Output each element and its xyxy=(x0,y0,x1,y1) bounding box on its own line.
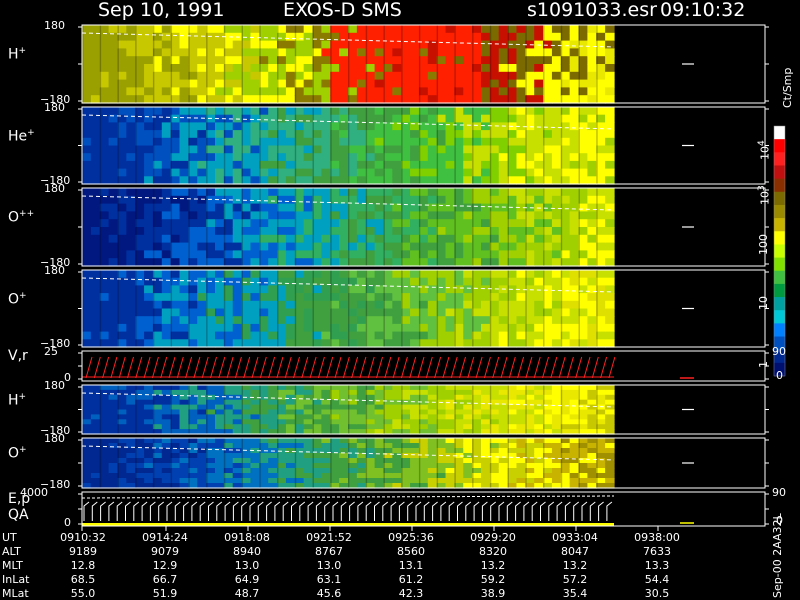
plot-date: Sep 10, 1991 xyxy=(98,0,225,21)
cell-mlt: 13.0 xyxy=(316,559,342,572)
cell-ut: 0910:32 xyxy=(60,531,106,544)
panel-he xyxy=(78,106,769,185)
cell-mlat: 38.9 xyxy=(480,587,506,600)
panel-opp xyxy=(78,187,769,267)
panel-label-h: H+ xyxy=(8,46,27,63)
file-name: s1091033.esr xyxy=(527,0,657,21)
cell-ut: 0914:24 xyxy=(142,531,188,544)
ytick-min-vr: 0 xyxy=(64,371,71,384)
cell-mlt: 13.1 xyxy=(398,559,424,572)
colorbar-tick: 100 xyxy=(757,234,770,255)
ytick-max-he: 180 xyxy=(44,101,65,114)
row-label-inlat: InLat xyxy=(2,573,30,586)
cell-mlat: 30.5 xyxy=(644,587,670,600)
ytick-min-ep: 0 xyxy=(64,516,71,529)
panel-h2 xyxy=(78,384,769,435)
cell-inlat: 57.2 xyxy=(562,573,588,586)
ytick-max-h: 180 xyxy=(44,19,65,32)
panel-label-vr: V,r xyxy=(8,348,28,364)
row-label-alt: ALT xyxy=(2,545,21,558)
version-stamp: Sep-00 2AA32L xyxy=(771,513,784,598)
cell-alt: 8047 xyxy=(561,545,589,558)
ytick-max-opp: 180 xyxy=(44,182,65,195)
spectrogram-canvas xyxy=(78,24,786,531)
rtick-max-ep: 90 xyxy=(772,486,786,499)
panel-label-he: He+ xyxy=(8,127,35,145)
panel-vr xyxy=(78,350,769,382)
cell-alt: 8767 xyxy=(315,545,343,558)
panel-label-opp: O++ xyxy=(8,209,35,226)
cell-alt: 8940 xyxy=(233,545,261,558)
colorbar-tick: 103 xyxy=(757,185,772,205)
panel-op xyxy=(78,269,769,348)
cell-mlt: 12.8 xyxy=(70,559,96,572)
panel-label2-ep: QA xyxy=(8,507,29,523)
ytick-max-ep: 4000 xyxy=(20,486,48,499)
cell-alt: 9189 xyxy=(69,545,97,558)
cell-mlt: 12.9 xyxy=(152,559,178,572)
cell-inlat: 63.1 xyxy=(316,573,342,586)
cell-mlat: 45.6 xyxy=(316,587,342,600)
cell-ut: 0918:08 xyxy=(224,531,270,544)
cell-alt: 9079 xyxy=(151,545,179,558)
row-label-ut: UT xyxy=(2,531,17,544)
panel-label-h2: H+ xyxy=(8,391,27,409)
cell-inlat: 64.9 xyxy=(234,573,260,586)
ytick-max-vr: 25 xyxy=(44,345,58,358)
panel-label-o2: O+ xyxy=(8,445,27,462)
cell-inlat: 59.2 xyxy=(480,573,506,586)
cell-mlt: 13.3 xyxy=(644,559,670,572)
cell-mlat: 35.4 xyxy=(562,587,588,600)
cell-mlat: 51.9 xyxy=(152,587,178,600)
rtick-max-vr: 90 xyxy=(772,345,786,358)
ytick-max-o2: 180 xyxy=(44,432,65,445)
cell-ut: 0929:20 xyxy=(470,531,516,544)
cell-mlat: 42.3 xyxy=(398,587,424,600)
cell-inlat: 66.7 xyxy=(152,573,178,586)
panel-o2 xyxy=(78,437,769,489)
colorbar-unit: Ct/Smp xyxy=(781,67,794,108)
row-label-mlat: MLat xyxy=(2,587,29,600)
colorbar-tick: 1 xyxy=(757,361,770,368)
cell-mlt: 13.2 xyxy=(480,559,506,572)
cell-mlt: 13.0 xyxy=(234,559,260,572)
cell-mlat: 55.0 xyxy=(70,587,96,600)
colorbar-tick: 104 xyxy=(757,140,772,160)
colorbar xyxy=(773,125,786,377)
cell-inlat: 68.5 xyxy=(70,573,96,586)
cell-inlat: 61.2 xyxy=(398,573,424,586)
cell-ut: 0921:52 xyxy=(306,531,352,544)
cell-ut: 0933:04 xyxy=(552,531,598,544)
cell-alt: 8560 xyxy=(397,545,425,558)
cell-mlat: 48.7 xyxy=(234,587,260,600)
cell-ut: 0925:36 xyxy=(388,531,434,544)
colorbar-tick: 10 xyxy=(757,296,770,310)
instrument-name: EXOS-D SMS xyxy=(283,0,402,21)
panel-ep xyxy=(78,491,769,527)
ytick-max-op: 180 xyxy=(44,264,65,277)
rtick-min-vr: 0 xyxy=(776,369,783,382)
plot-time: 09:10:32 xyxy=(660,0,746,21)
cell-alt: 7633 xyxy=(643,545,671,558)
cell-mlt: 13.2 xyxy=(562,559,588,572)
cell-inlat: 54.4 xyxy=(644,573,670,586)
row-label-mlt: MLT xyxy=(2,559,23,572)
cell-alt: 8320 xyxy=(479,545,507,558)
ytick-max-h2: 180 xyxy=(44,379,65,392)
cell-ut: 0938:00 xyxy=(634,531,680,544)
panel-label-op: O+ xyxy=(8,290,27,308)
panel-h xyxy=(78,24,769,104)
